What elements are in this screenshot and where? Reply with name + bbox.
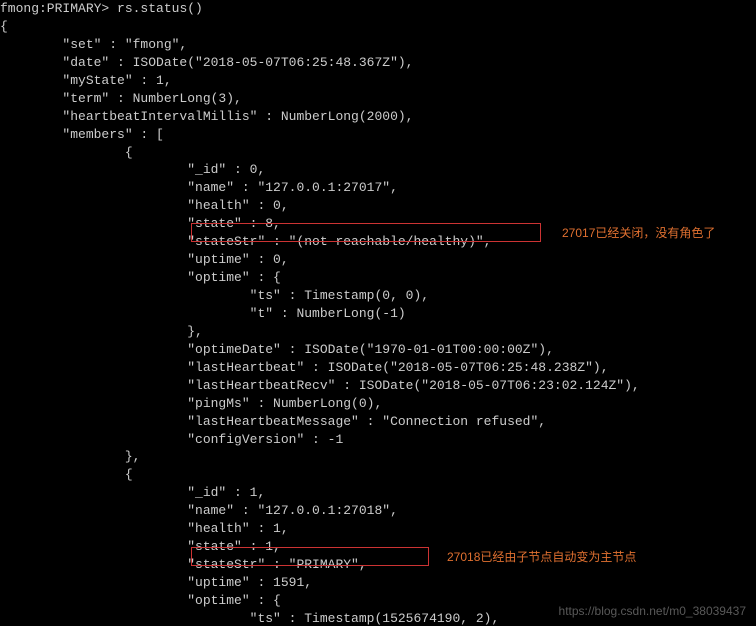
output-line: { bbox=[0, 467, 133, 482]
output-line: "name" : "127.0.0.1:27018", bbox=[0, 503, 398, 518]
shell-prompt: fmong:PRIMARY> bbox=[0, 1, 117, 16]
output-line: "health" : 0, bbox=[0, 198, 289, 213]
annotation-2: 27018已经由子节点自动变为主节点 bbox=[447, 549, 636, 566]
output-line: "stateStr" : "(not reachable/healthy)", bbox=[0, 234, 491, 249]
output-line: "ts" : Timestamp(0, 0), bbox=[0, 288, 429, 303]
output-line: "lastHeartbeatMessage" : "Connection ref… bbox=[0, 414, 546, 429]
output-line: "_id" : 0, bbox=[0, 162, 265, 177]
output-line: "configVersion" : -1 bbox=[0, 432, 343, 447]
output-line: "uptime" : 0, bbox=[0, 252, 289, 267]
output-line: "ts" : Timestamp(1525674190, 2), bbox=[0, 611, 499, 626]
output-line: "myState" : 1, bbox=[0, 73, 172, 88]
output-line: "stateStr" : "PRIMARY", bbox=[0, 557, 367, 572]
watermark: https://blog.csdn.net/m0_38039437 bbox=[559, 603, 746, 620]
output-line: "heartbeatIntervalMillis" : NumberLong(2… bbox=[0, 109, 413, 124]
output-line: "optime" : { bbox=[0, 593, 281, 608]
output-line: { bbox=[0, 145, 133, 160]
output-line: { bbox=[0, 19, 8, 34]
output-line: "state" : 8, bbox=[0, 216, 281, 231]
output-line: }, bbox=[0, 449, 140, 464]
output-line: "state" : 1, bbox=[0, 539, 281, 554]
output-line: "members" : [ bbox=[0, 127, 164, 142]
output-line: "t" : NumberLong(-1) bbox=[0, 306, 406, 321]
output-line: }, bbox=[0, 324, 203, 339]
terminal-output: fmong:PRIMARY> rs.status() { "set" : "fm… bbox=[0, 0, 756, 626]
output-line: "set" : "fmong", bbox=[0, 37, 187, 52]
output-line: "_id" : 1, bbox=[0, 485, 265, 500]
output-line: "date" : ISODate("2018-05-07T06:25:48.36… bbox=[0, 55, 413, 70]
output-line: "name" : "127.0.0.1:27017", bbox=[0, 180, 398, 195]
output-line: "lastHeartbeat" : ISODate("2018-05-07T06… bbox=[0, 360, 609, 375]
output-line: "pingMs" : NumberLong(0), bbox=[0, 396, 382, 411]
output-line: "lastHeartbeatRecv" : ISODate("2018-05-0… bbox=[0, 378, 640, 393]
output-line: "health" : 1, bbox=[0, 521, 289, 536]
output-line: "term" : NumberLong(3), bbox=[0, 91, 242, 106]
output-line: "optimeDate" : ISODate("1970-01-01T00:00… bbox=[0, 342, 554, 357]
output-line: "uptime" : 1591, bbox=[0, 575, 312, 590]
output-line: "optime" : { bbox=[0, 270, 281, 285]
annotation-1: 27017已经关闭，没有角色了 bbox=[562, 225, 715, 242]
shell-command[interactable]: rs.status() bbox=[117, 1, 203, 16]
